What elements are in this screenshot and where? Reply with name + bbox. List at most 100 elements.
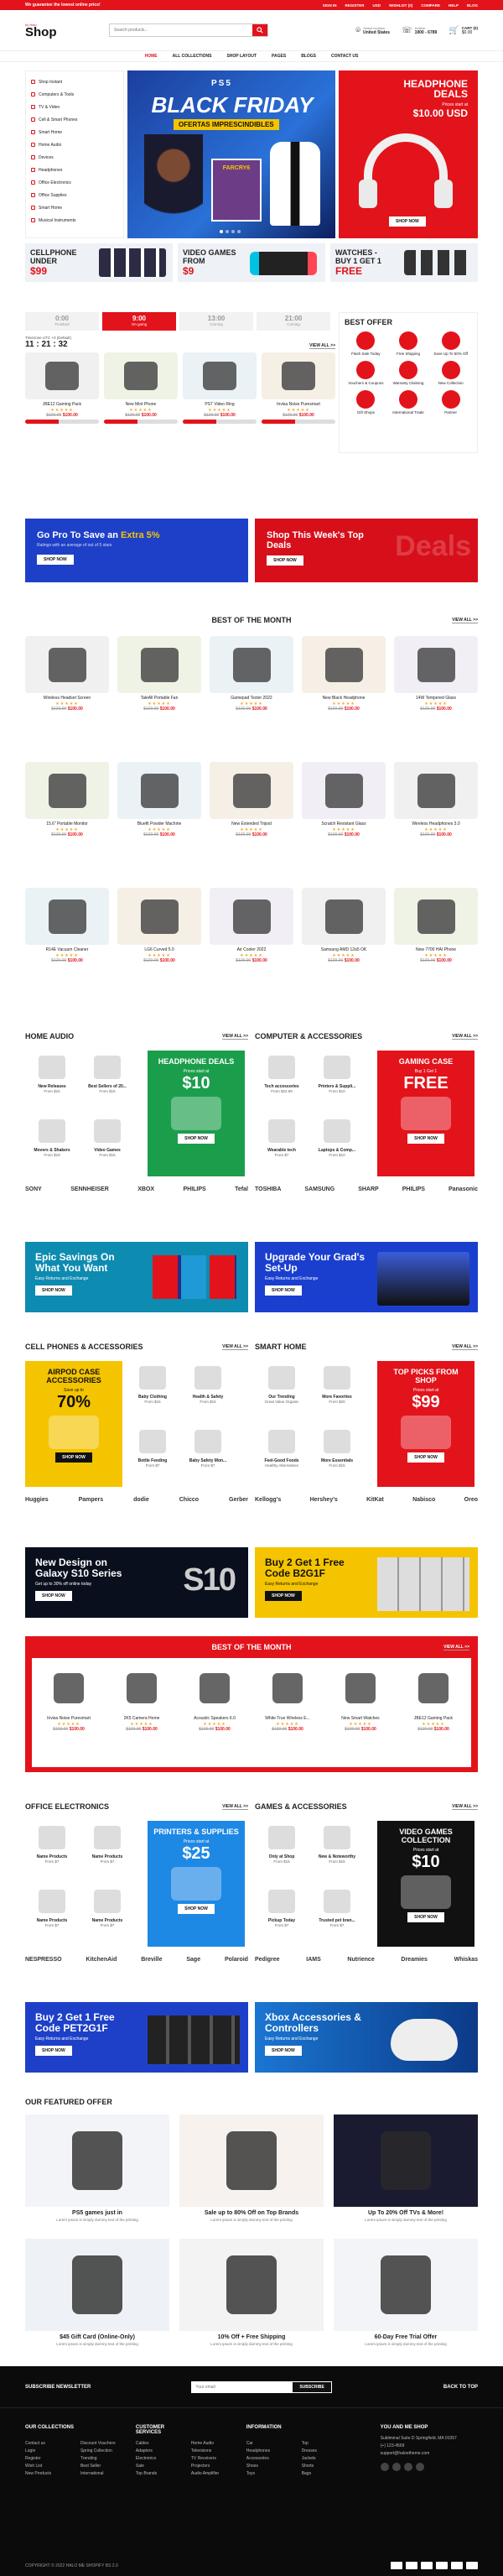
subcategory-card[interactable]: Printers & Suppli... From $10 — [312, 1051, 362, 1093]
best-month2-view-all[interactable]: VIEW ALL >> — [443, 1645, 469, 1650]
product-name[interactable]: Invisa Noise Puresmart — [35, 1716, 102, 1722]
product-card[interactable]: R14E Vacuum Cleaner ★★★★★ $120.00 $100.00 — [25, 888, 109, 963]
brand-logo[interactable]: Polaroid — [225, 1957, 248, 1963]
product-name[interactable]: Wireless Headphones 3.0 — [394, 821, 478, 827]
product-image[interactable] — [104, 352, 178, 399]
featured-title[interactable]: $45 Gift Card (Online-Only) — [25, 2334, 169, 2340]
product-card[interactable]: New Mint Phone ★★★★★ $120.00 $100.00 — [104, 352, 178, 424]
sidebar-category-item[interactable]: Home Audio — [31, 138, 118, 151]
footer-link[interactable]: Sale — [136, 2463, 191, 2470]
footer-link[interactable]: Login — [25, 2448, 80, 2455]
product-image[interactable] — [394, 636, 478, 693]
featured-title[interactable]: 10% Off + Free Shipping — [179, 2334, 324, 2340]
footer-link[interactable]: Discount Vouchers — [80, 2440, 136, 2448]
currency-select[interactable]: USD — [373, 3, 381, 8]
logo[interactable]: by Halo Shop — [25, 23, 59, 39]
footer-link[interactable]: TV Receivers — [191, 2455, 246, 2463]
subcategory-card[interactable]: Name Products From $7 — [82, 1821, 132, 1864]
subcategory-card[interactable]: Our Trending Great Value Organic — [257, 1361, 307, 1404]
section-view-all[interactable]: VIEW ALL >> — [452, 1804, 478, 1810]
b2g1f-shop-button[interactable]: SHOP NOW — [265, 1591, 302, 1601]
section-banner[interactable]: VIDEO GAMES COLLECTION Prices start at $10… — [377, 1821, 474, 1947]
subcategory-card[interactable]: Video Games From $15 — [82, 1114, 132, 1157]
section-banner[interactable]: TOP PICKS FROM SHOP Prices start at $99 SHO… — [377, 1361, 474, 1487]
footer-link[interactable]: Televisions — [191, 2448, 246, 2455]
product-image[interactable] — [35, 1663, 102, 1713]
wishlist-link[interactable]: WISHLIST (0) — [389, 3, 412, 8]
section-view-all[interactable]: VIEW ALL >> — [452, 1344, 478, 1350]
sidebar-category-item[interactable]: Devices — [31, 151, 118, 164]
footer-link[interactable]: Bags — [302, 2470, 357, 2478]
section-banner[interactable]: AIRPOD CASE ACCESSORIES Save up to 70% SHOP… — [25, 1361, 122, 1487]
featured-card[interactable]: Sale up to 80% Off on Top Brands Lorem ip… — [179, 2115, 324, 2222]
footer-link[interactable]: Headphones — [246, 2448, 302, 2455]
product-card[interactable]: Samsung AMD 12a5 OK ★★★★★ $120.00 $100.00 — [302, 888, 386, 963]
product-name[interactable]: R14E Vacuum Cleaner — [25, 947, 109, 953]
footer-link[interactable]: Toys — [246, 2470, 302, 2478]
deal-time-tab[interactable]: 13:00 Coming — [179, 312, 253, 331]
product-image[interactable] — [25, 636, 109, 693]
product-name[interactable]: Samsung AMD 12a5 OK — [302, 947, 386, 953]
subcategory-card[interactable]: Baby Safety Mon... From $7 — [183, 1425, 233, 1468]
brand-logo[interactable]: NESPRESSO — [25, 1957, 62, 1963]
brand-logo[interactable]: Sage — [186, 1957, 200, 1963]
subcategory-card[interactable]: Baby Clothing From $15 — [127, 1361, 178, 1404]
product-name[interactable]: Invisa Noise Puresmart — [262, 402, 335, 408]
product-name[interactable]: New 7700 HAI Phone — [394, 947, 478, 953]
product-name[interactable]: New Mint Phone — [104, 402, 178, 408]
product-card[interactable]: Acoustic Speakers 6.0 ★★★★★ $120.00 $100.0… — [181, 1663, 248, 1732]
brand-logo[interactable]: KitKat — [366, 1497, 384, 1503]
footer-link[interactable]: New Products — [25, 2470, 80, 2478]
product-card[interactable]: New Extended Tripod ★★★★★ $120.00 $100.00 — [210, 762, 293, 837]
brand-logo[interactable]: Breville — [141, 1957, 162, 1963]
brand-logo[interactable]: PHILIPS — [183, 1186, 205, 1192]
mini-banner-cellphone[interactable]: CELLPHONE UNDER $99 — [25, 243, 173, 282]
product-card[interactable]: Gamepad Tester 2022 ★★★★★ $120.00 $100.00 — [210, 636, 293, 712]
product-name[interactable]: JBE12 Gaming Pack — [25, 402, 99, 408]
brand-logo[interactable]: Whiskas — [454, 1957, 478, 1963]
promo-b2g1f[interactable]: Buy 2 Get 1 Free Code B2G1F Easy Returns… — [255, 1547, 478, 1618]
footer-link[interactable]: Shoes — [246, 2463, 302, 2470]
product-card[interactable]: New 7700 HAI Phone ★★★★★ $120.00 $100.00 — [394, 888, 478, 963]
brand-logo[interactable]: Oreo — [464, 1497, 478, 1503]
footer-link[interactable]: Shorts — [302, 2463, 357, 2470]
product-name[interactable]: PS7 Video Ring — [183, 402, 257, 408]
product-image[interactable] — [394, 762, 478, 819]
hero-banner[interactable]: PS5 BLACK FRIDAY OFERTAS IMPRESCINDIBLES… — [127, 70, 335, 238]
product-card[interactable]: Bluefit Powder Machine ★★★★★ $120.00 $100.… — [117, 762, 201, 837]
hero-dots[interactable] — [220, 230, 241, 233]
footer-link[interactable]: Dresses — [302, 2448, 357, 2455]
footer-link[interactable]: Adapters — [136, 2448, 191, 2455]
deal-time-tab[interactable]: 21:00 Coming — [257, 312, 330, 331]
promo-galaxy[interactable]: New Design on Galaxy S10 Series Get up t… — [25, 1547, 248, 1618]
banner-shop-button[interactable]: SHOP NOW — [407, 1452, 444, 1463]
social-icon[interactable] — [403, 2463, 412, 2471]
featured-card[interactable]: Up To 20% Off TVs & More! Lorem ipsum is … — [334, 2115, 478, 2222]
promo-xbox[interactable]: Xbox Accessories & Controllers Easy Retu… — [255, 2002, 478, 2073]
product-name[interactable]: 14W Tempered Glass — [394, 696, 478, 701]
subcategory-card[interactable]: Movers & Shakers From $19 — [27, 1114, 77, 1157]
brand-logo[interactable]: dodie — [133, 1497, 149, 1503]
banner-shop-button[interactable]: SHOP NOW — [178, 1904, 215, 1914]
product-name[interactable]: 15.6" Portable Monitor — [25, 821, 109, 827]
footer-link[interactable]: Top — [302, 2440, 357, 2448]
product-image[interactable] — [183, 352, 257, 399]
product-image[interactable] — [302, 762, 386, 819]
product-image[interactable] — [25, 762, 109, 819]
brand-logo[interactable]: Dreamies — [401, 1957, 428, 1963]
subcategory-card[interactable]: Bottle Feeding From $7 — [127, 1425, 178, 1468]
subcategory-card[interactable]: Name Products From $7 — [27, 1885, 77, 1927]
galaxy-shop-button[interactable]: SHOP NOW — [35, 1591, 72, 1601]
section-view-all[interactable]: VIEW ALL >> — [452, 1034, 478, 1040]
product-card[interactable]: 14W Tempered Glass ★★★★★ $120.00 $100.00 — [394, 636, 478, 712]
brand-logo[interactable]: Kellogg's — [255, 1497, 281, 1503]
product-image[interactable] — [117, 762, 201, 819]
epic-shop-button[interactable]: SHOP NOW — [35, 1285, 72, 1296]
headphone-deals-banner[interactable]: HEADPHONE DEALS Prices start at $10.00 U… — [339, 70, 478, 238]
product-name[interactable]: LG6 Curved 5.0 — [117, 947, 201, 953]
footer-link[interactable]: Wish List — [25, 2463, 80, 2470]
brand-logo[interactable]: SAMSUNG — [304, 1186, 334, 1192]
sidebar-category-item[interactable]: Smart Home — [31, 126, 118, 138]
banner-shop-button[interactable]: SHOP NOW — [55, 1452, 92, 1463]
section-banner[interactable]: GAMING CASE Buy 1 Get 1 FREE SHOP NOW — [377, 1051, 474, 1176]
